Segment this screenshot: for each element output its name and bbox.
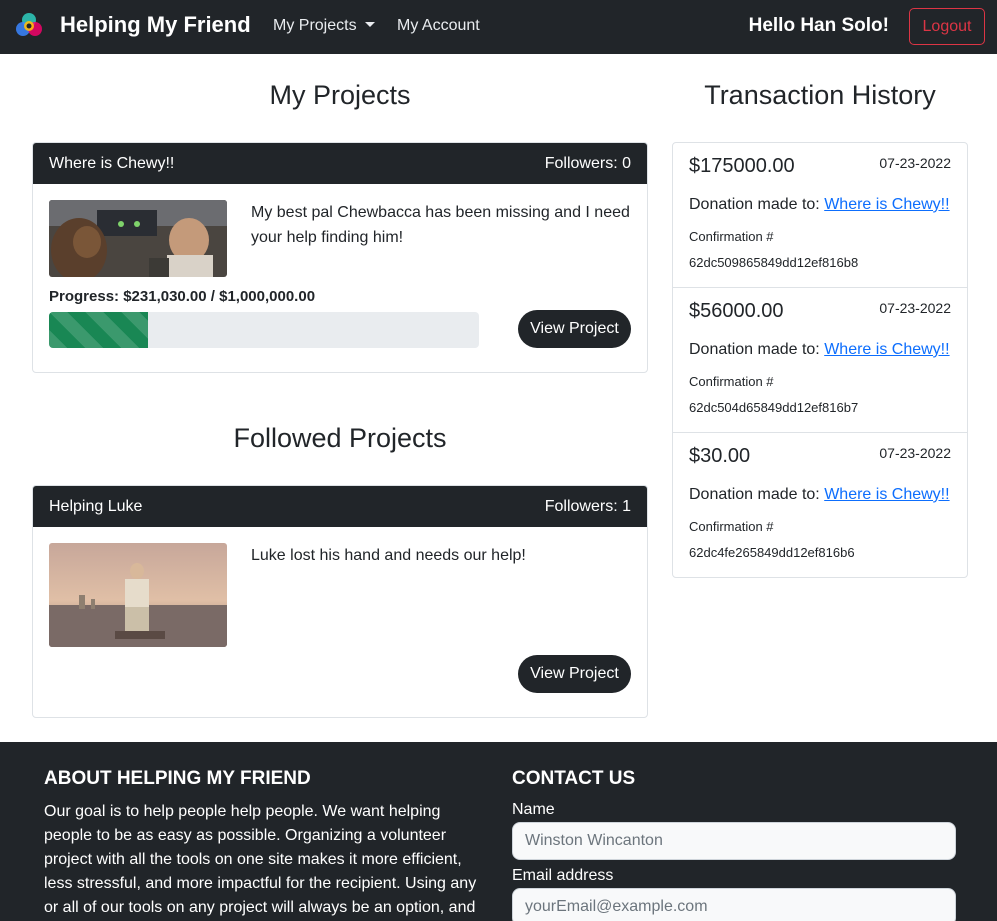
progress-bar-fill xyxy=(49,312,149,348)
made-to-label: Donation made to: xyxy=(689,341,820,358)
nav-my-projects-dropdown[interactable]: My Projects xyxy=(273,17,375,35)
confirmation-id: 62dc504d65849dd12ef816b7 xyxy=(689,400,859,415)
brand-name[interactable]: Helping My Friend xyxy=(60,12,251,38)
project-followers: Followers: 1 xyxy=(544,497,631,515)
followed-projects-heading: Followed Projects xyxy=(233,423,447,453)
my-project-card: Where is Chewy!! Followers: 0 My best pa… xyxy=(32,142,648,373)
project-card-header: Where is Chewy!! Followers: 0 xyxy=(33,143,647,184)
followed-project-card: Helping Luke Followers: 1 Luke lost his … xyxy=(32,485,648,718)
transaction-project-link[interactable]: Where is Chewy!! xyxy=(824,196,949,213)
transaction-amount: $56000.00 xyxy=(689,300,784,322)
transaction-amount: $30.00 xyxy=(689,445,751,467)
caret-down-icon xyxy=(364,22,375,27)
nav-my-account[interactable]: My Account xyxy=(397,17,480,35)
transaction-made-to: Donation made to: Where is Chewy!! xyxy=(689,486,950,504)
transaction-date: 07-23-2022 xyxy=(879,445,951,461)
project-thumbnail-image xyxy=(49,543,227,647)
confirmation-label: Confirmation # xyxy=(689,519,774,534)
name-input[interactable] xyxy=(512,822,956,860)
progress-label: Progress: $231,030.00 / $1,000,000.00 xyxy=(49,288,316,305)
logout-button[interactable]: Logout xyxy=(909,8,985,45)
user-greeting: Hello Han Solo! xyxy=(748,15,889,36)
view-project-button[interactable]: View Project xyxy=(518,655,631,693)
confirmation-label: Confirmation # xyxy=(689,229,774,244)
project-description: Luke lost his hand and needs our help! xyxy=(251,547,526,564)
top-navbar: Helping My Friend My Projects My Account… xyxy=(0,0,997,54)
transaction-project-link[interactable]: Where is Chewy!! xyxy=(824,341,949,358)
view-project-button[interactable]: View Project xyxy=(518,310,631,348)
project-description: My best pal Chewbacca has been missing a… xyxy=(251,204,630,246)
project-title: Where is Chewy!! xyxy=(49,154,175,172)
confirmation-id: 62dc4fe265849dd12ef816b6 xyxy=(689,545,855,560)
transaction-item: $30.00 07-23-2022 Donation made to: Wher… xyxy=(673,433,967,578)
made-to-label: Donation made to: xyxy=(689,196,820,213)
name-label: Name xyxy=(512,801,555,818)
transaction-item: $56000.00 07-23-2022 Donation made to: W… xyxy=(673,288,967,433)
transaction-made-to: Donation made to: Where is Chewy!! xyxy=(689,341,950,359)
about-text: Our goal is to help people help people. … xyxy=(44,803,477,916)
transaction-made-to: Donation made to: Where is Chewy!! xyxy=(689,196,950,214)
about-heading: ABOUT HELPING MY FRIEND xyxy=(44,768,311,789)
project-thumbnail-image xyxy=(49,200,227,277)
transaction-project-link[interactable]: Where is Chewy!! xyxy=(824,486,949,503)
made-to-label: Donation made to: xyxy=(689,486,820,503)
confirmation-id: 62dc509865849dd12ef816b8 xyxy=(689,255,859,270)
contact-heading: CONTACT US xyxy=(512,768,636,789)
transaction-date: 07-23-2022 xyxy=(879,155,951,171)
brand-logo-icon[interactable] xyxy=(13,10,45,42)
email-input[interactable] xyxy=(512,888,956,921)
transaction-list: $175000.00 07-23-2022 Donation made to: … xyxy=(672,142,968,578)
my-projects-heading: My Projects xyxy=(269,80,411,110)
confirmation-label: Confirmation # xyxy=(689,374,774,389)
transaction-history-heading: Transaction History xyxy=(704,80,936,110)
project-card-header: Helping Luke Followers: 1 xyxy=(33,486,647,527)
transaction-date: 07-23-2022 xyxy=(879,300,951,316)
project-title: Helping Luke xyxy=(49,497,143,515)
transaction-item: $175000.00 07-23-2022 Donation made to: … xyxy=(673,143,967,288)
nav-my-projects-label: My Projects xyxy=(273,17,357,34)
email-label: Email address xyxy=(512,867,614,884)
transaction-amount: $175000.00 xyxy=(689,155,795,177)
progress-bar xyxy=(49,312,479,348)
project-followers: Followers: 0 xyxy=(544,154,631,172)
site-footer: ABOUT HELPING MY FRIEND Our goal is to h… xyxy=(0,742,997,921)
